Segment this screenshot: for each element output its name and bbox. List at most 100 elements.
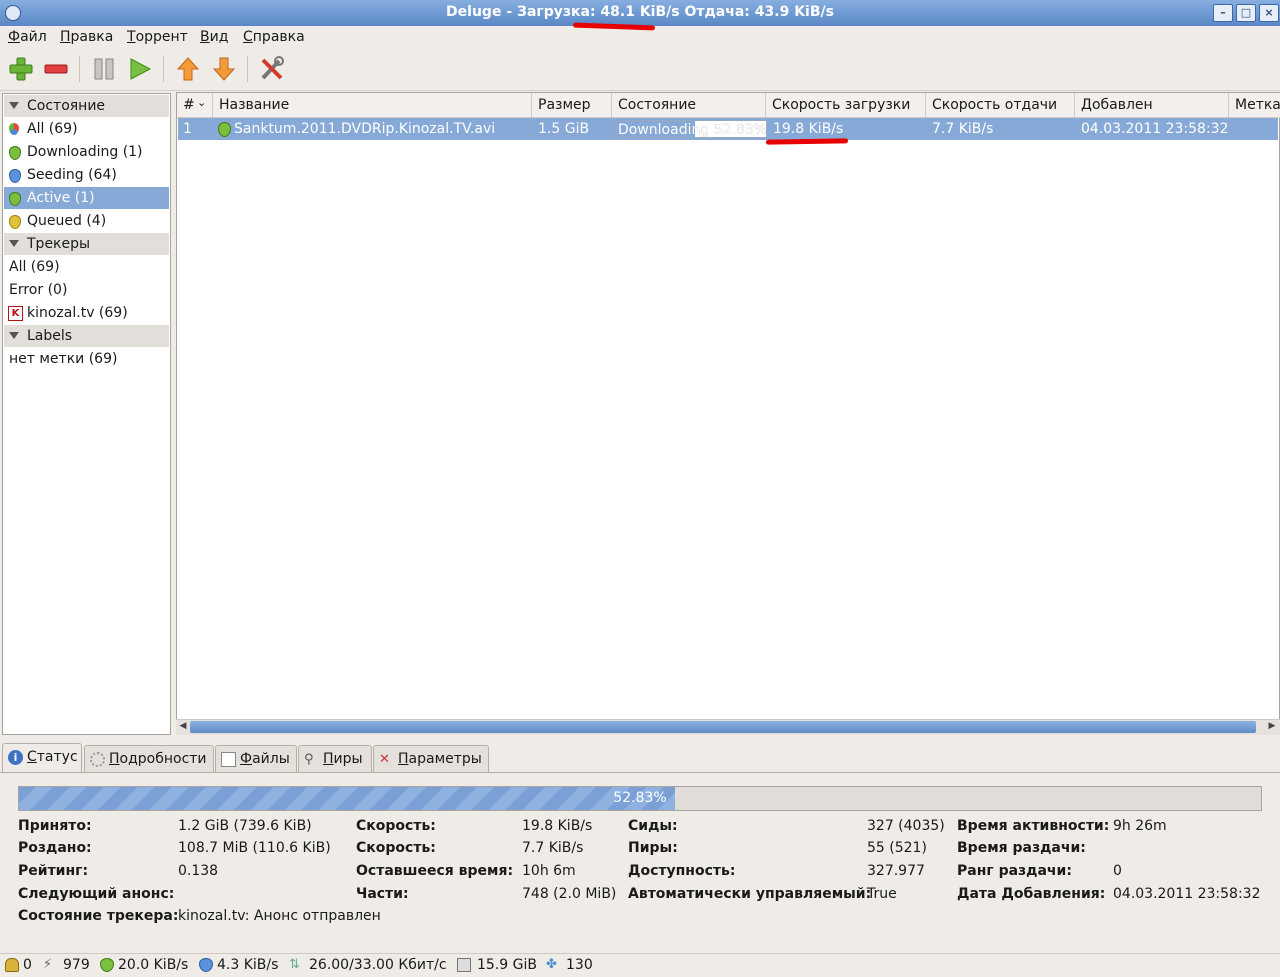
- torrent-upload-speed: 7.7 KiB/s: [932, 121, 994, 137]
- sidebar-item-seeding[interactable]: Seeding (64): [4, 164, 169, 186]
- torrent-list: # ⌄ Название Размер Состояние Скорость з…: [176, 92, 1280, 735]
- torrent-number: 1: [183, 121, 192, 137]
- sidebar-item-tracker-error[interactable]: Error (0): [4, 279, 169, 301]
- gear-icon: [90, 752, 105, 767]
- tab-peers[interactable]: ⚲ Пиры: [298, 745, 372, 772]
- downloading-state-icon: [218, 122, 231, 137]
- torrent-added-date: 04.03.2011 23:58:32: [1081, 121, 1229, 137]
- scrollbar-thumb[interactable]: [190, 721, 1256, 733]
- sidebar-header-state[interactable]: Состояние: [4, 95, 169, 117]
- connections-count[interactable]: 0: [23, 957, 32, 973]
- statusbar-download-speed[interactable]: 20.0 KiB/s: [118, 957, 188, 973]
- tab-options[interactable]: ✕ Параметры: [373, 745, 489, 772]
- seeders-value: 327 (4035): [867, 818, 945, 834]
- statusbar: 0 ⚡ 979 20.0 KiB/s 4.3 KiB/s ⇅ 26.00/33.…: [0, 953, 1280, 977]
- minimize-button[interactable]: –: [1213, 4, 1233, 22]
- queued-icon: [9, 215, 21, 229]
- scroll-left-arrow-icon[interactable]: ◀: [177, 721, 189, 733]
- peers-count[interactable]: 979: [63, 957, 90, 973]
- download-speed-value: 19.8 KiB/s: [522, 818, 593, 834]
- seeding-icon: [9, 169, 21, 183]
- pieces-label: Части:: [356, 886, 409, 902]
- queue-up-icon[interactable]: [175, 56, 201, 82]
- column-header-download-speed[interactable]: Скорость загрузки: [766, 93, 926, 117]
- close-button[interactable]: ×: [1259, 4, 1279, 22]
- sidebar: Состояние All (69) Downloading (1) Seedi…: [2, 93, 171, 735]
- sidebar-item-active[interactable]: Active (1): [4, 187, 169, 209]
- seeding-time-label: Время раздачи:: [957, 840, 1086, 856]
- column-header-added[interactable]: Добавлен: [1075, 93, 1229, 117]
- peers-plug-icon: ⚡: [43, 957, 53, 972]
- torrent-download-speed: 19.8 KiB/s: [773, 121, 844, 137]
- preferences-icon[interactable]: [259, 56, 285, 82]
- auto-managed-value: True: [867, 886, 897, 902]
- active-time-label: Время активности:: [957, 818, 1110, 834]
- menu-torrent[interactable]: Торрент: [127, 29, 188, 45]
- eta-label: Оставшееся время:: [356, 863, 514, 879]
- dht-nodes-icon: ✤: [546, 957, 557, 972]
- ratio-value: 0.138: [178, 863, 219, 879]
- kinozal-favicon-icon: K: [8, 306, 23, 321]
- eta-value: 10h 6m: [522, 863, 576, 879]
- menu-file[interactable]: Файл: [8, 29, 47, 45]
- column-header-state[interactable]: Состояние: [612, 93, 766, 117]
- column-header-name[interactable]: Название: [213, 93, 532, 117]
- column-header-label[interactable]: Метка: [1229, 93, 1280, 117]
- pieces-value: 748 (2.0 MiB): [522, 886, 617, 902]
- torrent-row[interactable]: 1 Sanktum.2011.DVDRip.Kinozal.TV.avi 1.5…: [178, 118, 1278, 140]
- auto-managed-label: Автоматически управляемый:: [628, 886, 872, 902]
- connections-icon: [5, 958, 19, 972]
- date-added-value: 04.03.2011 23:58:32: [1113, 886, 1261, 902]
- menu-edit[interactable]: Правка: [60, 29, 113, 45]
- info-icon: i: [8, 750, 23, 765]
- sidebar-item-queued[interactable]: Queued (4): [4, 210, 169, 232]
- statusbar-upload-speed[interactable]: 4.3 KiB/s: [217, 957, 278, 973]
- peers-value: 55 (521): [867, 840, 927, 856]
- resume-icon[interactable]: [127, 56, 153, 82]
- window-title: Deluge - Загрузка: 48.1 KiB/s Отдача: 43…: [446, 4, 834, 20]
- expander-icon: [9, 102, 19, 109]
- menu-view[interactable]: Вид: [200, 29, 228, 45]
- all-states-icon: [9, 123, 19, 135]
- toolbar: [0, 48, 1280, 91]
- tracker-status-value: kinozal.tv: Анонс отправлен: [178, 908, 381, 924]
- uploaded-value: 108.7 MiB (110.6 KiB): [178, 840, 331, 856]
- horizontal-scrollbar[interactable]: ◀ ▶: [176, 719, 1280, 735]
- ratio-label: Рейтинг:: [18, 863, 89, 879]
- column-header-number[interactable]: # ⌄: [177, 93, 213, 117]
- sort-chevron-down-icon: ⌄: [197, 96, 207, 109]
- seed-rank-value: 0: [1113, 863, 1122, 879]
- disk-free-space: 15.9 GiB: [477, 957, 537, 973]
- column-header-upload-speed[interactable]: Скорость отдачи: [926, 93, 1075, 117]
- downloaded-label: Принято:: [18, 818, 92, 834]
- tracker-status-label: Состояние трекера:: [18, 908, 179, 924]
- protocol-traffic: 26.00/33.00 Кбит/с: [309, 957, 447, 973]
- window-titlebar: Deluge - Загрузка: 48.1 KiB/s Отдача: 43…: [0, 0, 1280, 26]
- tab-files[interactable]: Файлы: [215, 745, 297, 772]
- pause-icon[interactable]: [91, 56, 117, 82]
- upload-speed-value: 7.7 KiB/s: [522, 840, 584, 856]
- sidebar-item-tracker-all[interactable]: All (69): [4, 256, 169, 278]
- expander-icon: [9, 332, 19, 339]
- sidebar-item-all[interactable]: All (69): [4, 118, 169, 140]
- sidebar-header-trackers[interactable]: Трекеры: [4, 233, 169, 255]
- sidebar-item-downloading[interactable]: Downloading (1): [4, 141, 169, 163]
- remove-torrent-icon[interactable]: [43, 56, 69, 82]
- menu-help[interactable]: Справка: [243, 29, 305, 45]
- sidebar-item-tracker-kinozal[interactable]: K kinozal.tv (69): [4, 302, 169, 324]
- availability-label: Доступность:: [628, 863, 736, 879]
- sidebar-header-labels[interactable]: Labels: [4, 325, 169, 347]
- column-header-size[interactable]: Размер: [532, 93, 612, 117]
- peers-plug-icon: ⚲: [304, 752, 314, 767]
- active-time-value: 9h 26m: [1113, 818, 1167, 834]
- scroll-right-arrow-icon[interactable]: ▶: [1266, 721, 1278, 733]
- add-torrent-icon[interactable]: [8, 56, 34, 82]
- queue-down-icon[interactable]: [211, 56, 237, 82]
- toolbar-separator: [79, 56, 80, 82]
- options-tools-icon: ✕: [379, 752, 390, 767]
- tab-details[interactable]: Подробности: [84, 745, 214, 772]
- sidebar-item-no-label[interactable]: нет метки (69): [4, 348, 169, 370]
- torrent-state-text-overlay: Downloading 52.83%: [618, 122, 767, 138]
- maximize-button[interactable]: □: [1236, 4, 1256, 22]
- tab-status[interactable]: i Статус: [2, 743, 82, 773]
